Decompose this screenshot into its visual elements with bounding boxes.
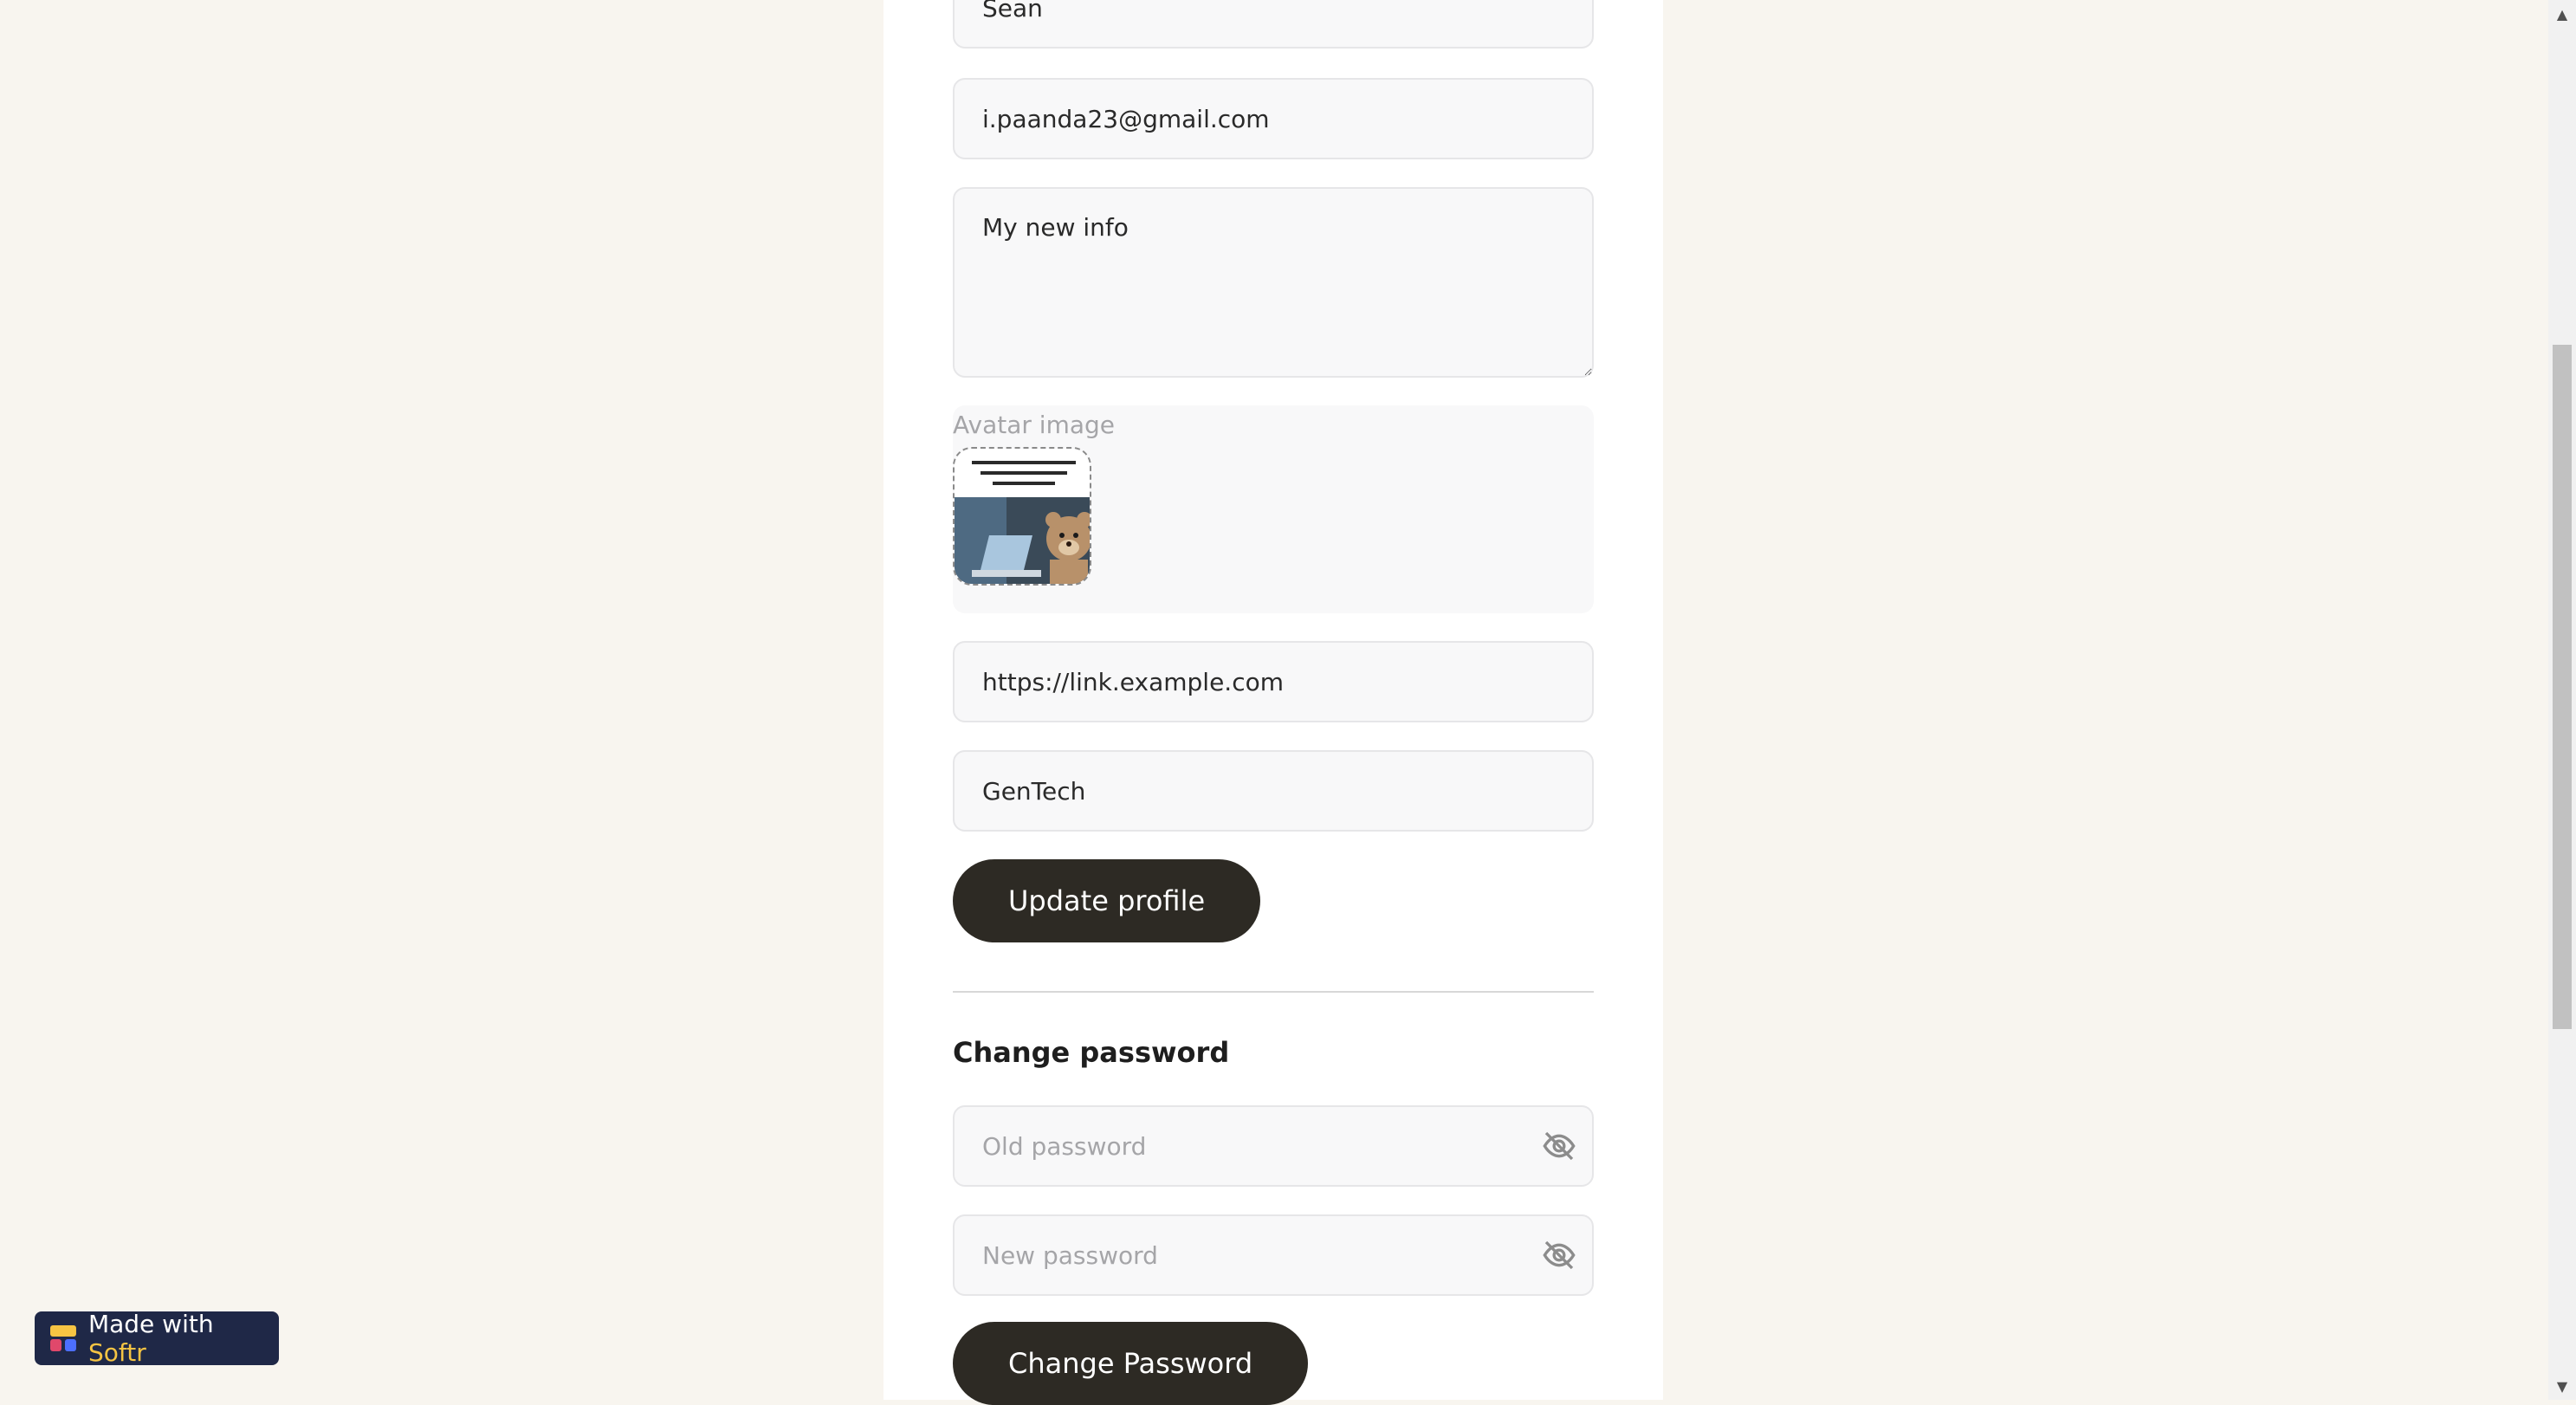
- first-name-field[interactable]: [953, 0, 1594, 49]
- badge-text: Made with Softr: [88, 1310, 279, 1367]
- eye-off-icon[interactable]: [1542, 1238, 1576, 1272]
- scroll-down-arrow-icon[interactable]: ▼: [2548, 1372, 2576, 1400]
- old-password-group: [953, 1105, 1594, 1187]
- link-field[interactable]: [953, 641, 1594, 722]
- badge-brand: Softr: [87, 1338, 146, 1367]
- update-profile-button[interactable]: Update profile: [953, 859, 1261, 942]
- email-field[interactable]: [953, 78, 1594, 159]
- avatar-image[interactable]: [953, 447, 1091, 586]
- made-with-softr-badge[interactable]: Made with Softr: [35, 1310, 279, 1367]
- change-password-button[interactable]: Change Password: [953, 1322, 1309, 1405]
- new-password-group: [953, 1214, 1594, 1296]
- change-password-title: Change password: [953, 1036, 1230, 1069]
- vertical-scrollbar[interactable]: ▲ ▼: [2548, 0, 2576, 1400]
- section-divider: [953, 991, 1594, 993]
- bio-field[interactable]: My new info: [953, 187, 1594, 378]
- avatar-upload-area: Avatar image: [953, 405, 1594, 613]
- avatar-picture: [955, 449, 1090, 584]
- company-field[interactable]: [953, 750, 1594, 832]
- new-password-field[interactable]: [953, 1214, 1594, 1296]
- avatar-label: Avatar image: [953, 411, 1116, 439]
- old-password-field[interactable]: [953, 1105, 1594, 1187]
- badge-prefix: Made with: [87, 1310, 214, 1338]
- softr-logo-icon: [49, 1325, 76, 1351]
- scroll-up-arrow-icon[interactable]: ▲: [2548, 0, 2576, 28]
- profile-card: My new info Avatar image: [883, 0, 1663, 1405]
- eye-off-icon[interactable]: [1542, 1129, 1576, 1163]
- scrollbar-thumb[interactable]: [2553, 345, 2572, 1029]
